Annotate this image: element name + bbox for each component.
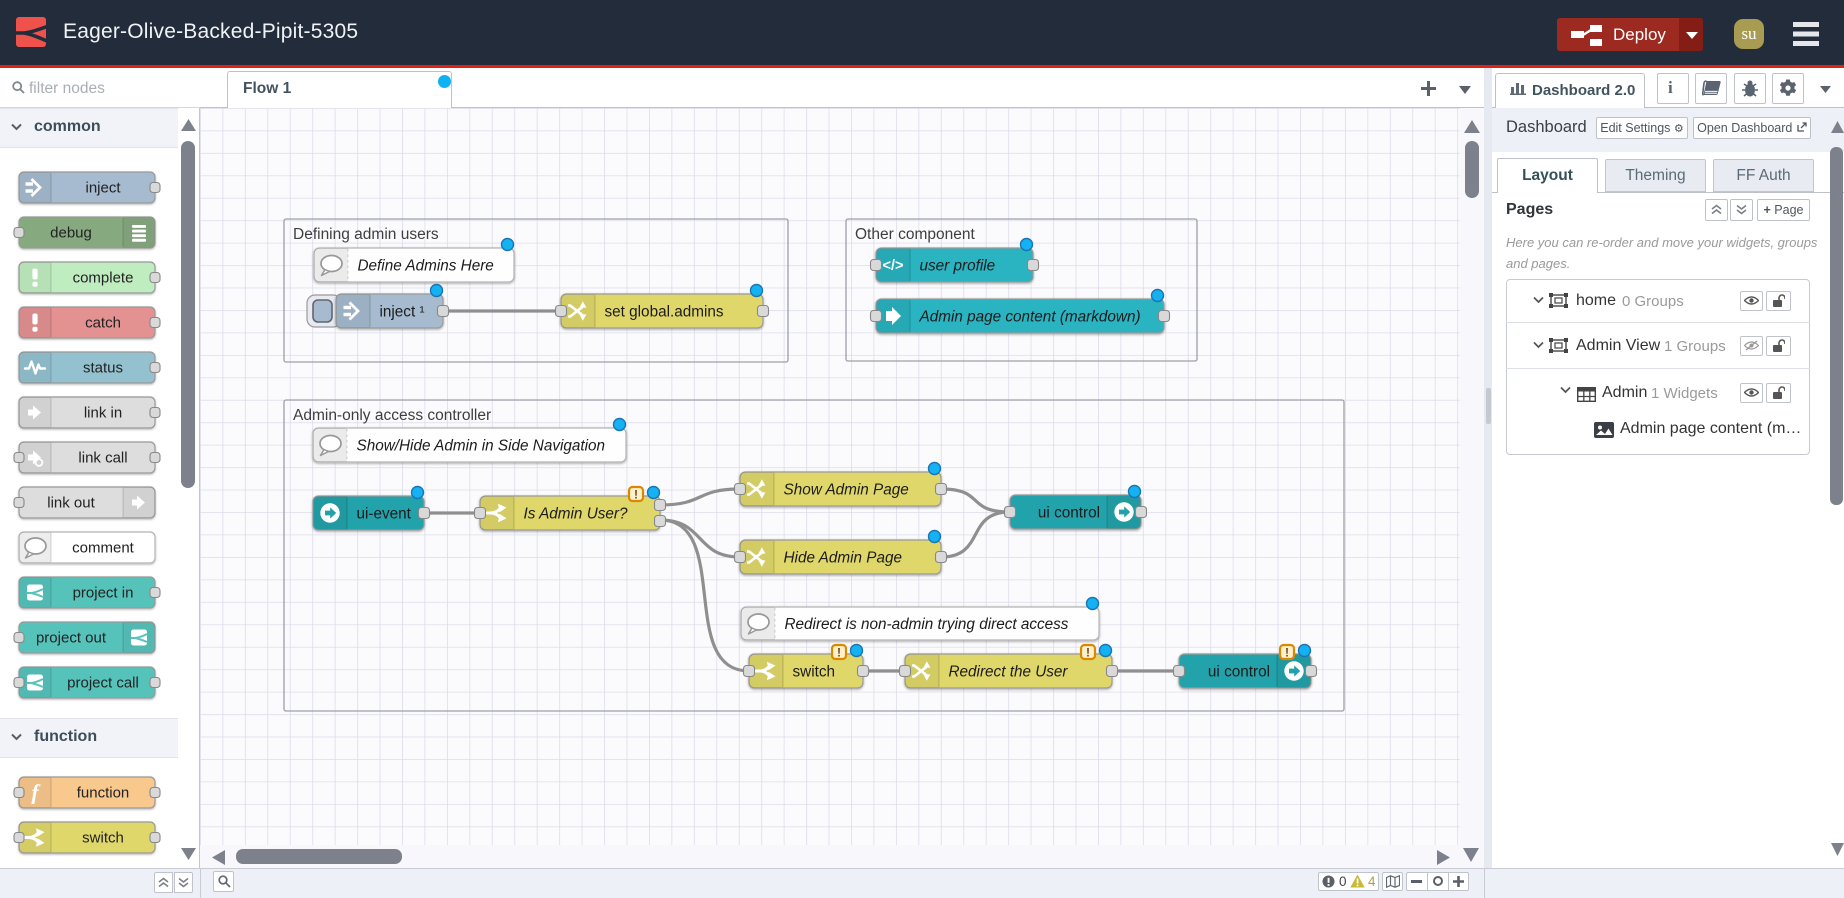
svg-text:inject ¹: inject ¹ — [380, 303, 425, 320]
svg-text:inject: inject — [85, 180, 121, 197]
svg-text:!: ! — [1086, 646, 1090, 660]
svg-text:Show Admin Page: Show Admin Page — [784, 481, 909, 498]
svg-text:Is Admin User?: Is Admin User? — [524, 505, 628, 522]
svg-text:Defining admin users: Defining admin users — [293, 226, 439, 243]
svg-text:Show/Hide Admin in Side Naviga: Show/Hide Admin in Side Navigation — [357, 437, 606, 454]
svg-text:project out: project out — [36, 630, 107, 647]
svg-text:Hide Admin Page: Hide Admin Page — [784, 549, 902, 566]
svg-text:link out: link out — [47, 495, 95, 512]
svg-text:project call: project call — [67, 675, 139, 692]
svg-text:Admin page content (markdown): Admin page content (markdown) — [919, 308, 1141, 325]
svg-text:set global.admins: set global.admins — [605, 303, 724, 320]
svg-text:status: status — [83, 360, 123, 377]
svg-text:ui control: ui control — [1038, 504, 1100, 521]
svg-text:Define Admins Here: Define Admins Here — [358, 257, 494, 274]
svg-text:Other component: Other component — [855, 226, 975, 243]
svg-text:debug: debug — [50, 225, 92, 242]
svg-text:comment: comment — [72, 540, 135, 557]
svg-text:user profile: user profile — [920, 257, 996, 274]
svg-text:switch: switch — [82, 830, 124, 847]
svg-text:Redirect is non-admin trying d: Redirect is non-admin trying direct acce… — [785, 616, 1069, 633]
svg-text:switch: switch — [793, 663, 836, 680]
svg-text:complete: complete — [73, 270, 134, 287]
svg-text:ui control: ui control — [1208, 663, 1270, 680]
svg-text:link call: link call — [78, 450, 127, 467]
svg-text:project in: project in — [73, 585, 134, 602]
svg-text:function: function — [77, 785, 130, 802]
svg-text:Redirect the User: Redirect the User — [949, 663, 1069, 680]
svg-text:!: ! — [1285, 646, 1289, 660]
svg-text:catch: catch — [85, 315, 121, 332]
svg-text:!: ! — [837, 646, 841, 660]
svg-text:</>: </> — [883, 258, 904, 274]
svg-text:ui-event: ui-event — [357, 505, 412, 522]
svg-text:link in: link in — [84, 405, 122, 422]
svg-text:Admin-only access controller: Admin-only access controller — [293, 407, 491, 424]
svg-text:!: ! — [634, 488, 638, 502]
